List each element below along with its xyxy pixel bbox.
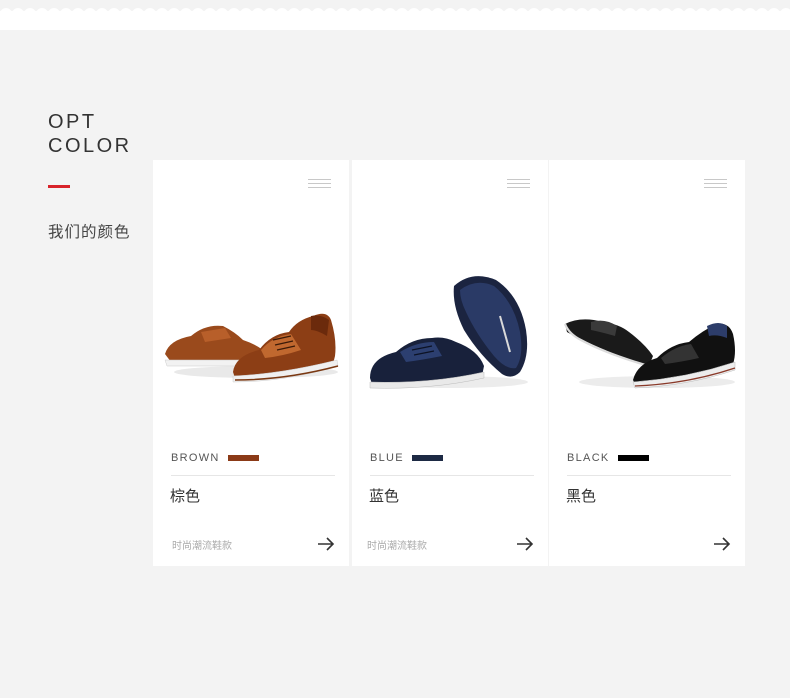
product-card-brown[interactable]: BROWN 棕色 时尚潮流鞋款 — [153, 160, 349, 566]
product-card-black[interactable]: BLACK 黑色 — [549, 160, 745, 566]
color-name: BLACK — [567, 452, 610, 464]
section-header: OPT COLOR 我们的颜色 — [48, 110, 132, 242]
product-card-blue[interactable]: BLUE 蓝色 时尚潮流鞋款 — [352, 160, 548, 566]
arrow-right-icon[interactable] — [713, 535, 731, 553]
scalloped-edge — [0, 0, 790, 30]
card-divider — [567, 475, 731, 476]
brown-shoe-image — [164, 313, 339, 383]
color-label-row: BLUE — [370, 452, 443, 464]
section-title-line1: OPT — [48, 111, 97, 133]
color-label-row: BLACK — [567, 452, 649, 464]
menu-icon[interactable] — [704, 179, 727, 189]
color-name: BLUE — [370, 452, 404, 464]
menu-icon[interactable] — [308, 179, 331, 189]
color-swatch — [411, 455, 443, 461]
color-name: BROWN — [171, 452, 220, 464]
product-tag: 时尚潮流鞋款 — [367, 541, 427, 552]
product-tag: 时尚潮流鞋款 — [172, 541, 232, 552]
black-shoe-image — [563, 319, 736, 389]
color-name-cn: 黑色 — [566, 487, 597, 505]
section-title-line2: COLOR — [48, 135, 132, 157]
section-subtitle: 我们的颜色 — [48, 223, 131, 241]
arrow-right-icon[interactable] — [516, 535, 534, 553]
color-name-cn: 棕色 — [170, 487, 201, 505]
card-divider — [370, 475, 534, 476]
menu-icon[interactable] — [507, 179, 530, 189]
accent-rule — [48, 185, 70, 188]
card-divider — [171, 475, 335, 476]
color-name-cn: 蓝色 — [369, 487, 400, 505]
top-scalloped-strip — [0, 0, 790, 30]
color-swatch — [617, 455, 649, 461]
arrow-right-icon[interactable] — [317, 535, 335, 553]
blue-shoe-image — [369, 276, 528, 389]
color-label-row: BROWN — [171, 452, 259, 464]
color-swatch — [227, 455, 259, 461]
